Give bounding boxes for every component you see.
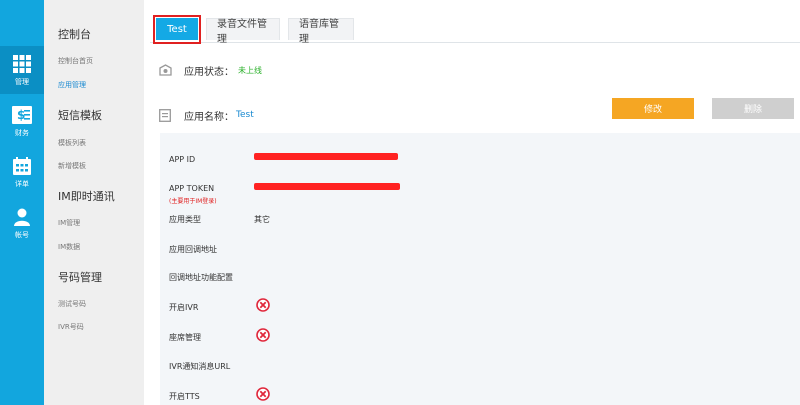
rail-label: 详单 bbox=[15, 179, 29, 188]
sidebar-item-app-management[interactable]: 应用管理 bbox=[58, 80, 86, 90]
app-token-label: APP TOKEN bbox=[169, 184, 215, 193]
app-status-row: 应用状态： 未上线 bbox=[158, 60, 262, 80]
app-name-value: Test bbox=[236, 110, 254, 120]
seat-management-label: 座席管理 bbox=[169, 333, 201, 342]
app-id-label: APP ID bbox=[169, 155, 196, 164]
secondary-sidebar: 控制台 控制台首页 应用管理 短信模板 模板列表 新增模板 IM即时通讯 IM管… bbox=[44, 0, 144, 405]
tab-recording-files[interactable]: 录音文件管理 bbox=[206, 18, 280, 45]
app-name-row: 应用名称： Test bbox=[158, 105, 254, 125]
icon-rail: 管理 $ 财务 详单 帐号 bbox=[0, 0, 44, 405]
sidebar-item-console-home[interactable]: 控制台首页 bbox=[58, 56, 93, 66]
delete-button[interactable]: 删除 bbox=[712, 98, 794, 119]
tab-bar: Test 录音文件管理 语音库管理 bbox=[150, 15, 800, 45]
tts-enabled-label: 开启TTS bbox=[169, 392, 200, 401]
ivr-enabled-label: 开启IVR bbox=[169, 303, 199, 312]
status-icon bbox=[158, 63, 172, 77]
callback-config-label: 回调地址功能配置 bbox=[169, 273, 233, 282]
section-title-console: 控制台 bbox=[58, 28, 91, 41]
disabled-x-icon bbox=[256, 328, 270, 342]
redacted-app-token bbox=[254, 183, 400, 190]
rail-item-details[interactable]: 详单 bbox=[0, 148, 44, 196]
grid-icon bbox=[11, 54, 33, 74]
user-icon bbox=[11, 207, 33, 227]
section-title-sms-templates: 短信模板 bbox=[58, 109, 102, 122]
sidebar-item-im-data[interactable]: IM数据 bbox=[58, 242, 80, 252]
disabled-x-icon bbox=[256, 298, 270, 312]
app-status-value: 未上线 bbox=[238, 65, 262, 75]
main-content: Test 录音文件管理 语音库管理 应用状态： 未上线 应用名称： Test 修… bbox=[144, 0, 800, 405]
sidebar-item-add-template[interactable]: 新增模板 bbox=[58, 161, 86, 171]
rail-item-account[interactable]: 帐号 bbox=[0, 199, 44, 247]
sidebar-item-ivr-numbers[interactable]: IVR号码 bbox=[58, 322, 84, 332]
section-title-numbers: 号码管理 bbox=[58, 271, 102, 284]
app-type-label: 应用类型 bbox=[169, 215, 201, 224]
app-name-label: 应用名称： bbox=[184, 111, 234, 123]
document-icon bbox=[158, 108, 172, 122]
rail-label: 财务 bbox=[15, 128, 29, 137]
rail-item-finance[interactable]: $ 财务 bbox=[0, 97, 44, 145]
rail-label: 管理 bbox=[15, 77, 29, 86]
disabled-x-icon bbox=[256, 387, 270, 401]
rail-label: 帐号 bbox=[15, 230, 29, 239]
tab-voice-library[interactable]: 语音库管理 bbox=[288, 18, 354, 45]
sidebar-item-im-management[interactable]: IM管理 bbox=[58, 218, 80, 228]
finance-icon: $ bbox=[11, 105, 33, 125]
app-token-note: (主要用于IM登录) bbox=[169, 198, 217, 205]
section-title-im: IM即时通讯 bbox=[58, 190, 115, 203]
app-status-label: 应用状态： bbox=[184, 66, 234, 78]
callback-url-label: 应用回调地址 bbox=[169, 245, 217, 254]
app-detail-panel: APP ID APP TOKEN (主要用于IM登录) 应用类型 其它 应用回调… bbox=[160, 133, 800, 405]
calendar-icon bbox=[11, 156, 33, 176]
ivr-notify-url-label: IVR通知消息URL bbox=[169, 362, 231, 371]
rail-item-manage[interactable]: 管理 bbox=[0, 46, 44, 94]
sidebar-item-template-list[interactable]: 模板列表 bbox=[58, 138, 86, 148]
tab-test[interactable]: Test bbox=[156, 18, 198, 40]
edit-button[interactable]: 修改 bbox=[612, 98, 694, 119]
app-type-value: 其它 bbox=[254, 215, 270, 224]
redacted-app-id bbox=[254, 153, 398, 160]
sidebar-item-test-numbers[interactable]: 测试号码 bbox=[58, 299, 86, 309]
